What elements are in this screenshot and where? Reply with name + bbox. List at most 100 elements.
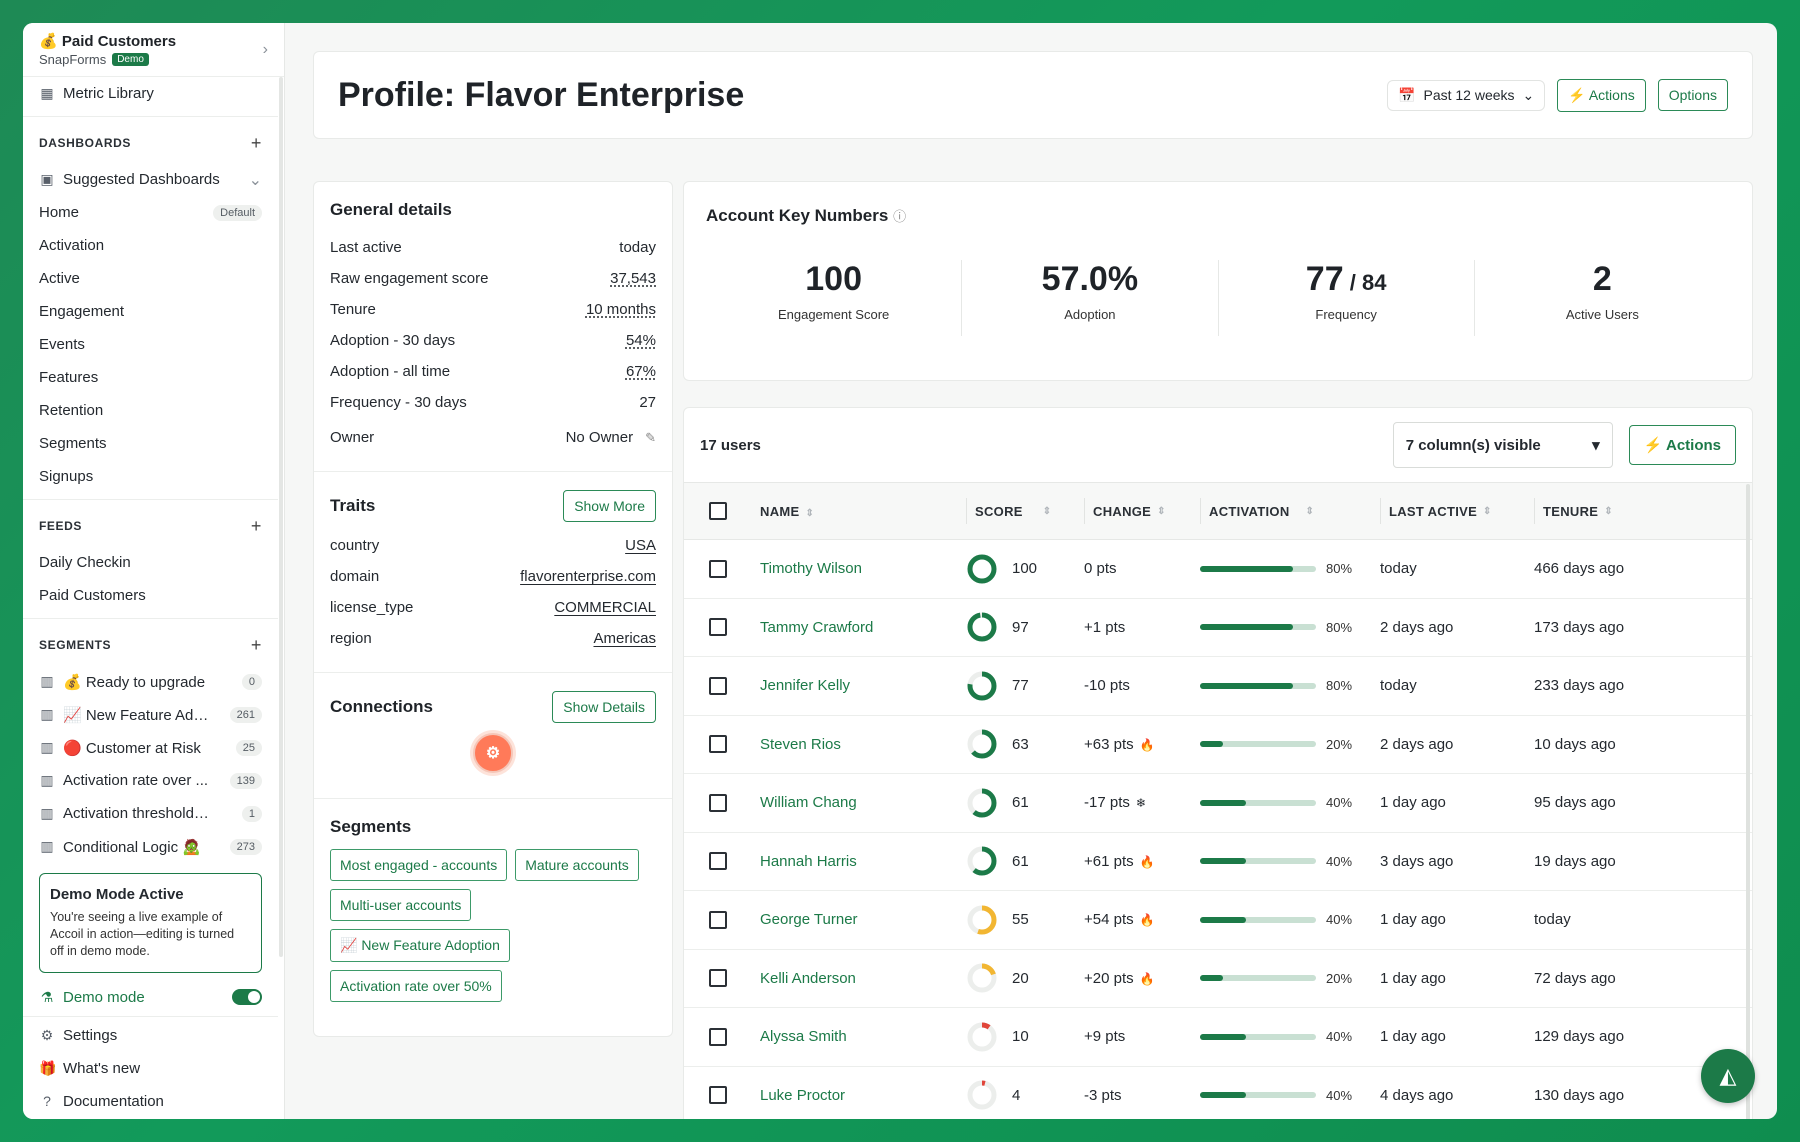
table-actions-button[interactable]: ⚡ Actions	[1628, 425, 1736, 465]
sidebar-item-settings[interactable]: ⚙ Settings	[23, 1019, 278, 1052]
hubspot-icon[interactable]: ⚙	[473, 733, 513, 773]
row-checkbox[interactable]	[709, 1027, 727, 1046]
sidebar-item-dashboard[interactable]: Features	[23, 361, 278, 394]
show-more-button[interactable]: Show More	[563, 490, 656, 522]
sidebar-item-documentation[interactable]: ? Documentation	[23, 1085, 278, 1118]
sidebar-item-dashboard[interactable]: Home Default	[23, 196, 278, 229]
key-number-value: 57.0%	[1041, 260, 1139, 298]
user-name-link[interactable]: Hannah Harris	[760, 853, 857, 870]
row-checkbox[interactable]	[709, 793, 727, 812]
snowflake-icon: ❄	[1135, 796, 1146, 811]
sidebar-item-dashboard[interactable]: Engagement	[23, 295, 278, 328]
demo-mode-toggle[interactable]	[232, 989, 262, 1006]
segment-chip[interactable]: Most engaged - accounts	[330, 849, 508, 881]
key-number-value: 2	[1592, 260, 1612, 298]
sidebar-item-segment[interactable]: ▥ 💰 Ready to upgrade 0	[23, 665, 278, 698]
activation-bar-fill	[1200, 1092, 1247, 1099]
sidebar-item-dashboard[interactable]: Active	[23, 262, 278, 295]
assistant-fab[interactable]: ◭	[1701, 1049, 1755, 1103]
table-row[interactable]: Timothy Wilson 100 0 pts 80% today 466 days a…	[684, 540, 1752, 599]
sidebar-item-dashboard[interactable]: ▣ Suggested Dashboards ⌄	[23, 163, 278, 196]
user-name-link[interactable]: Alyssa Smith	[760, 1028, 847, 1045]
table-row[interactable]: George Turner 55 +54 pts 🔥 40% 1 day ago today	[684, 891, 1752, 950]
row-checkbox[interactable]	[709, 618, 727, 637]
edit-icon[interactable]: ✎	[645, 430, 656, 445]
sidebar-item-dashboard[interactable]: Activation	[23, 229, 278, 262]
sidebar-item-segment[interactable]: ▥ 📈 New Feature Ado... 261	[23, 698, 278, 731]
show-details-button[interactable]: Show Details	[552, 691, 656, 723]
table-row[interactable]: Kelli Anderson 20 +20 pts 🔥 20% 1 day ago 72 d…	[684, 950, 1752, 1008]
detail-row: Raw engagement score 37,543	[330, 263, 656, 294]
select-all-checkbox[interactable]	[709, 502, 727, 520]
row-checkbox[interactable]	[709, 1086, 727, 1105]
activation-bar-fill	[1200, 565, 1293, 572]
header-actions-button[interactable]: ⚡ Actions	[1557, 78, 1646, 112]
col-last-active[interactable]: LAST ACTIVE ⇕	[1380, 498, 1534, 524]
add-segment-icon[interactable]: +	[251, 635, 262, 656]
table-row[interactable]: William Chang 61 -17 pts ❄ 40% 1 day ago 95 da…	[684, 774, 1752, 833]
score-value: 10	[1012, 1028, 1029, 1046]
user-name-link[interactable]: Kelli Anderson	[760, 970, 856, 987]
table-row[interactable]: Steven Rios 63 +63 pts 🔥 20% 2 days ago 10 day…	[684, 716, 1752, 774]
add-feed-icon[interactable]: +	[251, 516, 262, 537]
add-dashboard-icon[interactable]: +	[251, 133, 262, 154]
activation-bar-fill	[1200, 741, 1224, 748]
trait-row: domain flavorenterprise.com	[330, 561, 656, 592]
sidebar-item-dashboard[interactable]: Retention	[23, 394, 278, 427]
segment-chip[interactable]: Activation rate over 50%	[330, 970, 502, 1002]
segment-chip[interactable]: 📈 New Feature Adoption	[330, 929, 510, 962]
info-icon[interactable]: ⓘ	[893, 209, 906, 224]
sidebar-item-segment[interactable]: ▥ Activation threshold m... 1	[23, 797, 278, 830]
row-checkbox[interactable]	[709, 559, 727, 578]
col-change[interactable]: CHANGE ⇕	[1084, 498, 1200, 524]
col-name[interactable]: NAME ⇕	[752, 504, 966, 519]
score-ring	[967, 788, 997, 818]
sidebar-item-feed[interactable]: Daily Checkin	[23, 546, 278, 579]
options-button[interactable]: Options	[1657, 79, 1728, 111]
sidebar-item-feed[interactable]: Paid Customers	[23, 579, 278, 612]
key-number: 77 / 84 Frequency	[1219, 260, 1475, 336]
workspace-switcher[interactable]: 💰 Paid Customers SnapForms Demo ›	[23, 23, 284, 77]
sidebar-item-dashboard[interactable]: Segments	[23, 427, 278, 460]
columns-visible-select[interactable]: 7 column(s) visible ▾	[1392, 422, 1613, 468]
col-score[interactable]: SCORE ⇕	[966, 498, 1084, 524]
workspace-name: 💰 Paid Customers	[39, 33, 177, 50]
row-checkbox[interactable]	[709, 852, 727, 871]
table-row[interactable]: Tammy Crawford 97 +1 pts 80% 2 days ago 173 d…	[684, 599, 1752, 657]
sidebar-item-metric-library[interactable]: ▦ Metric Library	[23, 77, 278, 110]
sidebar-item-segment[interactable]: ▥ 🔴 Customer at Risk 25	[23, 731, 278, 764]
segment-chip[interactable]: Mature accounts	[515, 849, 639, 881]
sidebar-item-segment[interactable]: ▥ Activation rate over ... 139	[23, 764, 278, 797]
segment-chip[interactable]: Multi-user accounts	[330, 889, 472, 921]
sidebar-item-dashboard[interactable]: Signups	[23, 460, 278, 493]
user-name-link[interactable]: Tammy Crawford	[760, 619, 873, 636]
user-name-link[interactable]: William Chang	[760, 794, 857, 811]
period-selector[interactable]: 📅 Past 12 weeks ⌄	[1387, 79, 1546, 111]
table-row[interactable]: Hannah Harris 61 +61 pts 🔥 40% 3 days ago 19 d…	[684, 833, 1752, 891]
table-scrollbar[interactable]	[1746, 484, 1750, 1119]
gift-icon: 🎁	[39, 1059, 57, 1076]
user-name-link[interactable]: Luke Proctor	[760, 1087, 845, 1104]
table-row[interactable]: Luke Proctor 4 -3 pts 40% 4 days ago 130 days…	[684, 1067, 1752, 1120]
row-checkbox[interactable]	[709, 910, 727, 929]
user-name-link[interactable]: George Turner	[760, 911, 858, 928]
sidebar-item-dashboard[interactable]: Events	[23, 328, 278, 361]
table-row[interactable]: Alyssa Smith 10 +9 pts 40% 1 day ago 129 days…	[684, 1008, 1752, 1067]
sidebar-scrollbar[interactable]	[279, 77, 283, 957]
users-table-panel: 17 users 7 column(s) visible ▾ ⚡ Actions …	[683, 407, 1753, 1119]
user-name-link[interactable]: Jennifer Kelly	[760, 677, 850, 694]
score-value: 55	[1012, 911, 1029, 929]
sidebar-item-whats-new[interactable]: 🎁 What's new	[23, 1052, 278, 1085]
detail-label: Last active	[330, 239, 402, 256]
col-tenure[interactable]: TENURE ⇕	[1534, 498, 1694, 524]
table-row[interactable]: Jennifer Kelly 77 -10 pts 80% today 233 days …	[684, 657, 1752, 716]
row-checkbox[interactable]	[709, 969, 727, 988]
fire-icon: 🔥	[1139, 971, 1155, 986]
col-activation[interactable]: ACTIVATION ⇕	[1200, 498, 1380, 524]
row-checkbox[interactable]	[709, 676, 727, 695]
activation-bar-fill	[1200, 799, 1247, 806]
user-name-link[interactable]: Timothy Wilson	[760, 560, 862, 577]
user-name-link[interactable]: Steven Rios	[760, 736, 841, 753]
sidebar-item-segment[interactable]: ▥ Conditional Logic 🧟 273	[23, 830, 278, 863]
row-checkbox[interactable]	[709, 735, 727, 754]
